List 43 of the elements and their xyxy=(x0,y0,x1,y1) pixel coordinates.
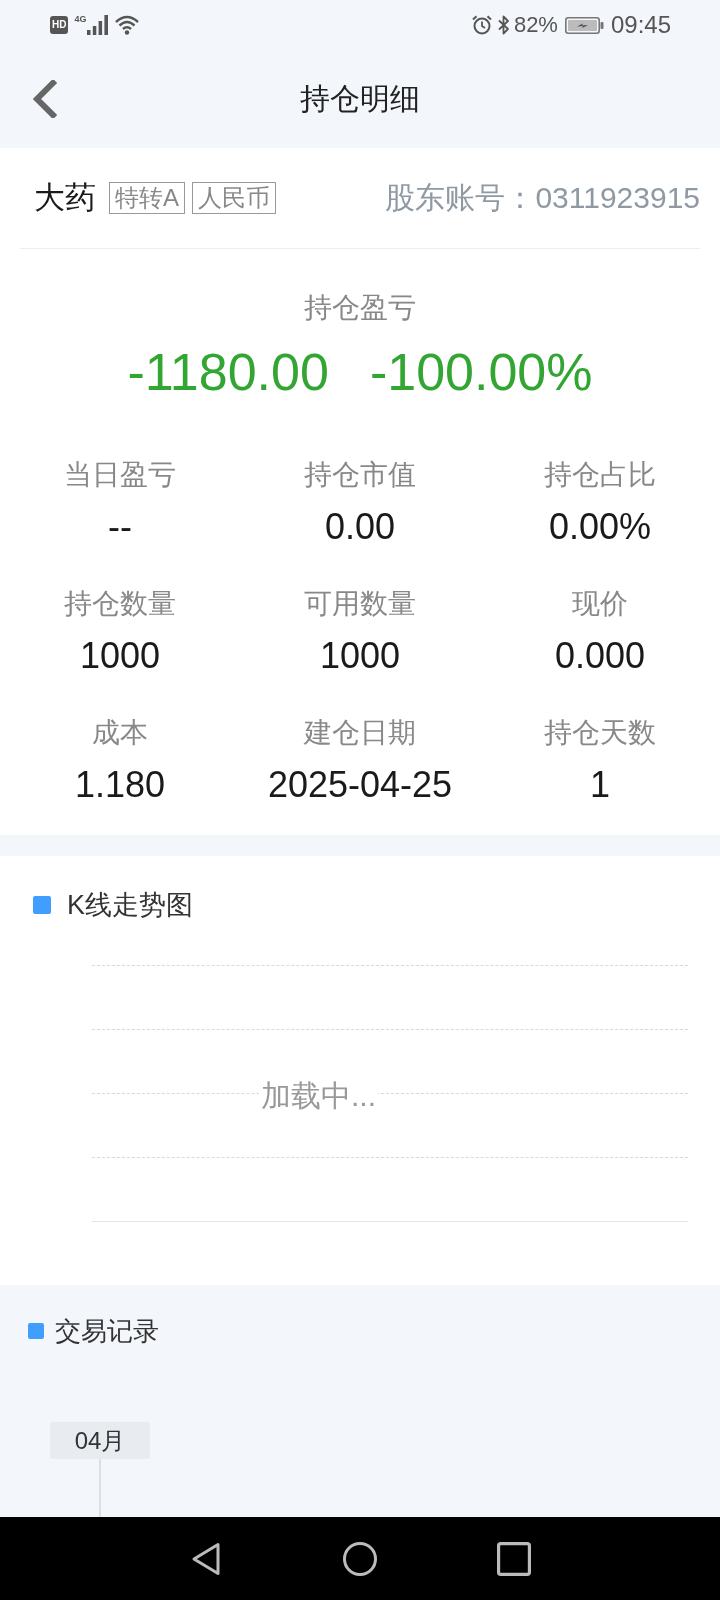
pnl-label: 持仓盈亏 xyxy=(304,291,416,325)
hd-badge: HD xyxy=(50,16,69,34)
stock-name: 大药 xyxy=(34,180,96,216)
stat-label: 可用数量 xyxy=(304,587,416,621)
battery-icon xyxy=(564,16,604,34)
section-title: K线走势图 xyxy=(67,889,193,921)
stat-label: 持仓天数 xyxy=(544,716,656,750)
stat-label: 现价 xyxy=(572,587,628,621)
page-title: 持仓明细 xyxy=(300,81,420,117)
home-icon[interactable] xyxy=(343,1541,377,1576)
stat-value: 0.00 xyxy=(324,505,396,549)
signal-icon xyxy=(87,15,109,35)
stat-label: 当日盈亏 xyxy=(64,458,176,492)
section-title: 交易记录 xyxy=(55,1315,159,1347)
stat-value: -- xyxy=(108,505,132,549)
pnl-amount: -1180.00 xyxy=(127,342,329,402)
back-icon[interactable] xyxy=(31,80,57,118)
clock-time: 09:45 xyxy=(610,11,671,39)
stat-label: 持仓数量 xyxy=(64,587,176,621)
network-label: 4G xyxy=(74,14,87,24)
wifi-icon xyxy=(115,15,140,35)
stat-label: 建仓日期 xyxy=(304,716,416,750)
stat-value: 0.000 xyxy=(554,634,646,678)
stock-tag: 人民币 xyxy=(192,182,276,214)
stat-value: 0.00% xyxy=(548,505,652,549)
stock-tag: 特转A xyxy=(109,182,185,214)
battery-percent: 82% xyxy=(513,12,558,38)
stat-value: 1000 xyxy=(79,634,161,678)
section-marker-icon xyxy=(33,896,51,914)
stat-label: 持仓占比 xyxy=(544,458,656,492)
section-marker-icon xyxy=(28,1323,44,1339)
stat-value: 1.180 xyxy=(74,763,166,807)
pnl-percent: -100.00% xyxy=(369,342,593,402)
recent-apps-icon[interactable] xyxy=(497,1541,531,1576)
bluetooth-icon xyxy=(497,15,510,35)
stat-label: 持仓市值 xyxy=(304,458,416,492)
account-number: 股东账号：0311923915 xyxy=(385,180,700,216)
alarm-icon xyxy=(471,15,492,35)
stat-label: 成本 xyxy=(92,716,148,750)
stat-value: 1000 xyxy=(319,634,401,678)
month-tag: 04月 xyxy=(50,1422,150,1459)
stat-value: 1 xyxy=(590,763,610,807)
stat-value: 2025-04-25 xyxy=(267,763,453,807)
